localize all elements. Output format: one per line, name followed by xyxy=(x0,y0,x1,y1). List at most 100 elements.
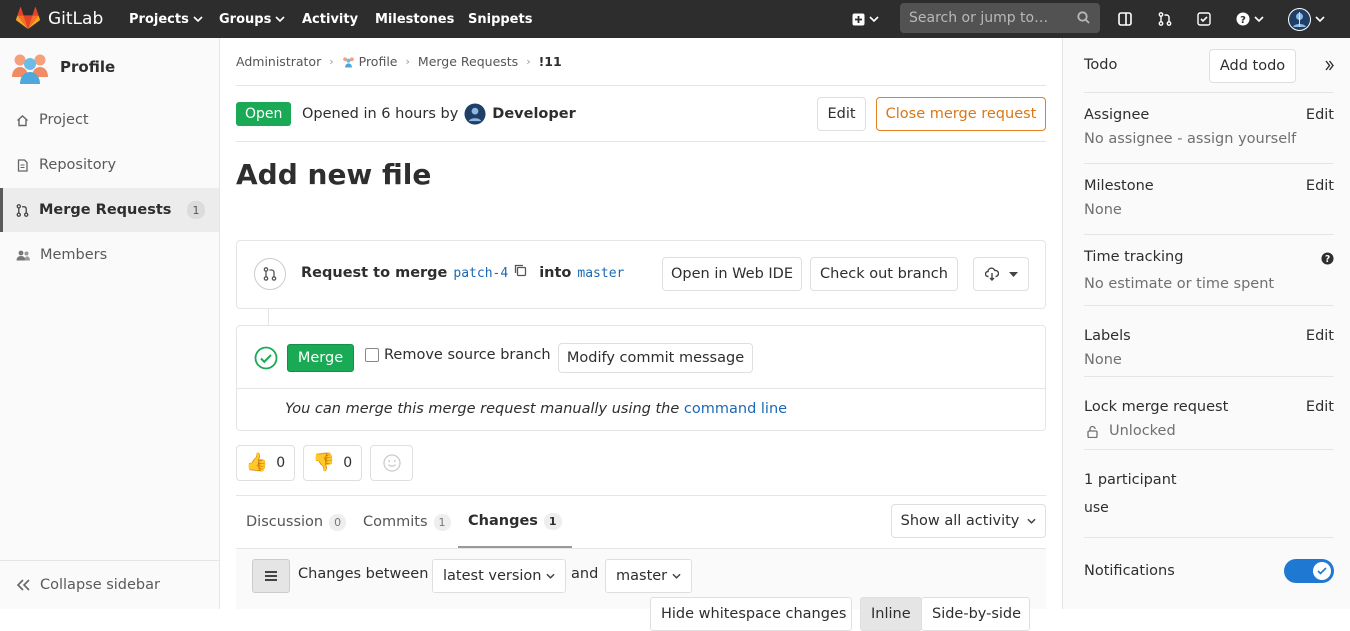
merge-requests-nav-button[interactable] xyxy=(1158,0,1172,38)
chevron-down-icon xyxy=(193,16,203,22)
nav-milestones[interactable]: Milestones xyxy=(375,0,454,38)
sidebar-item-label: Repository xyxy=(39,157,117,173)
sidebar-item-project[interactable]: Project xyxy=(0,98,219,142)
nav-snippets[interactable]: Snippets xyxy=(468,0,532,38)
close-merge-request-button[interactable]: Close merge request xyxy=(876,97,1046,131)
thumbsup-icon: 👍 xyxy=(245,452,269,473)
sidebar-panel-button[interactable] xyxy=(1118,0,1132,38)
modify-commit-message-button[interactable]: Modify commit message xyxy=(558,343,753,373)
opened-info: Opened in 6 hours by Developer xyxy=(302,103,576,125)
inline-view-label: Inline xyxy=(871,606,911,622)
assignee-value[interactable]: No assignee - assign yourself xyxy=(1084,131,1296,147)
nav-projects[interactable]: Projects xyxy=(129,0,203,38)
check-out-branch-button[interactable]: Check out branch xyxy=(810,257,958,291)
copy-icon[interactable] xyxy=(514,264,527,277)
version-from-dropdown[interactable]: latest version xyxy=(432,559,567,593)
sidebar-item-repository[interactable]: Repository xyxy=(0,143,219,187)
tab-changes[interactable]: Changes 1 xyxy=(458,496,572,548)
milestone-block: Milestone Edit None xyxy=(1084,164,1334,235)
new-dropdown[interactable] xyxy=(852,0,879,38)
participants-label: 1 participant xyxy=(1084,472,1177,488)
user-menu[interactable] xyxy=(1288,0,1325,38)
collapse-sidebar-button[interactable]: Collapse sidebar xyxy=(0,560,219,609)
time-tracking-block: Time tracking ? No estimate or time spen… xyxy=(1084,235,1334,306)
home-icon xyxy=(17,114,28,126)
merge-request-icon xyxy=(16,203,29,217)
request-to-merge-text: Request to merge patch-4 into master xyxy=(301,264,624,281)
source-branch[interactable]: patch-4 xyxy=(453,266,508,281)
author-avatar[interactable] xyxy=(464,103,486,125)
nav-activity[interactable]: Activity xyxy=(302,0,358,38)
activity-filter-dropdown[interactable]: Show all activity xyxy=(891,504,1046,538)
into-label: into xyxy=(539,265,572,281)
participant-name[interactable]: use xyxy=(1084,500,1109,516)
breadcrumb: Administrator › Profile › Merge Requests… xyxy=(236,38,1046,86)
side-by-side-view-button[interactable]: Side-by-side xyxy=(921,597,1030,631)
add-reaction-button[interactable] xyxy=(370,445,413,481)
manual-merge-hint: You can merge this merge request manuall… xyxy=(285,401,787,417)
merge-request-icon xyxy=(263,267,277,281)
nav-groups[interactable]: Groups xyxy=(219,0,285,38)
labels-edit-link[interactable]: Edit xyxy=(1306,328,1334,344)
todos-nav-button[interactable] xyxy=(1197,0,1211,38)
breadcrumb-mr-id[interactable]: !11 xyxy=(539,54,562,69)
thumbsup-award-button[interactable]: 👍 0 xyxy=(236,445,295,481)
search-input[interactable]: Search or jump to… xyxy=(900,3,1100,33)
tab-discussion-label: Discussion xyxy=(246,514,324,530)
notifications-toggle[interactable] xyxy=(1284,559,1334,583)
download-cloud-icon xyxy=(984,267,999,281)
gitlab-logo[interactable]: GitLab xyxy=(16,7,103,30)
sidebar-item-merge-requests[interactable]: Merge Requests 1 xyxy=(0,188,219,232)
double-chevron-left-icon xyxy=(16,579,30,591)
help-icon[interactable]: ? xyxy=(1321,252,1334,265)
tab-commits-label: Commits xyxy=(363,514,428,530)
list-icon xyxy=(265,571,277,581)
svg-text:?: ? xyxy=(1240,15,1246,26)
main-content: Administrator › Profile › Merge Requests… xyxy=(220,38,1062,631)
labels-value: None xyxy=(1084,352,1122,368)
target-branch[interactable]: master xyxy=(577,266,624,281)
author-name[interactable]: Developer xyxy=(492,106,575,122)
chevron-down-icon xyxy=(1254,16,1264,22)
merge-button[interactable]: Merge xyxy=(287,344,354,372)
breadcrumb-merge-requests[interactable]: Merge Requests xyxy=(418,54,518,69)
add-todo-button[interactable]: Add todo xyxy=(1209,49,1296,83)
file-tree-toggle-button[interactable] xyxy=(252,559,290,593)
breadcrumb-administrator[interactable]: Administrator xyxy=(236,54,321,69)
chevron-down-icon xyxy=(1315,16,1325,22)
breadcrumb-profile[interactable]: Profile xyxy=(342,54,398,69)
help-icon: ? xyxy=(1236,12,1250,26)
project-people-icon xyxy=(342,56,354,67)
lock-value: Unlocked xyxy=(1109,423,1176,439)
version-to-value: master xyxy=(616,568,668,584)
inline-view-button[interactable]: Inline xyxy=(860,597,922,631)
double-chevron-right-icon[interactable] xyxy=(1325,60,1334,71)
remove-source-branch-checkbox[interactable] xyxy=(365,348,379,362)
hide-whitespace-button[interactable]: Hide whitespace changes xyxy=(650,597,852,631)
help-dropdown[interactable]: ? xyxy=(1236,0,1264,38)
breadcrumb-separator: › xyxy=(329,55,334,68)
download-dropdown-button[interactable] xyxy=(973,257,1029,291)
tab-changes-count: 1 xyxy=(543,512,562,530)
labels-block: Labels Edit None xyxy=(1084,306,1334,377)
time-tracking-label: Time tracking xyxy=(1084,249,1184,265)
tab-discussion[interactable]: Discussion 0 xyxy=(246,496,347,548)
manual-merge-text: You can merge this merge request manuall… xyxy=(285,401,680,417)
sidebar-item-members[interactable]: Members xyxy=(0,233,219,277)
thumbsdown-icon: 👎 xyxy=(312,452,336,473)
assignee-edit-link[interactable]: Edit xyxy=(1306,107,1334,123)
search-icon xyxy=(1077,11,1090,24)
nav-groups-label: Groups xyxy=(219,11,272,27)
remove-source-branch-option[interactable]: Remove source branch xyxy=(365,347,551,363)
version-to-dropdown[interactable]: master xyxy=(605,559,693,593)
milestone-edit-link[interactable]: Edit xyxy=(1306,178,1334,194)
assignee-label: Assignee xyxy=(1084,107,1150,123)
widget-connector-line xyxy=(268,309,269,325)
edit-button[interactable]: Edit xyxy=(817,97,866,131)
tab-commits[interactable]: Commits 1 xyxy=(363,496,451,548)
lock-edit-link[interactable]: Edit xyxy=(1306,399,1334,415)
command-line-link[interactable]: command line xyxy=(684,401,787,417)
open-web-ide-button[interactable]: Open in Web IDE xyxy=(662,257,802,291)
sidebar-header[interactable]: Profile xyxy=(0,38,219,98)
thumbsdown-award-button[interactable]: 👎 0 xyxy=(303,445,362,481)
